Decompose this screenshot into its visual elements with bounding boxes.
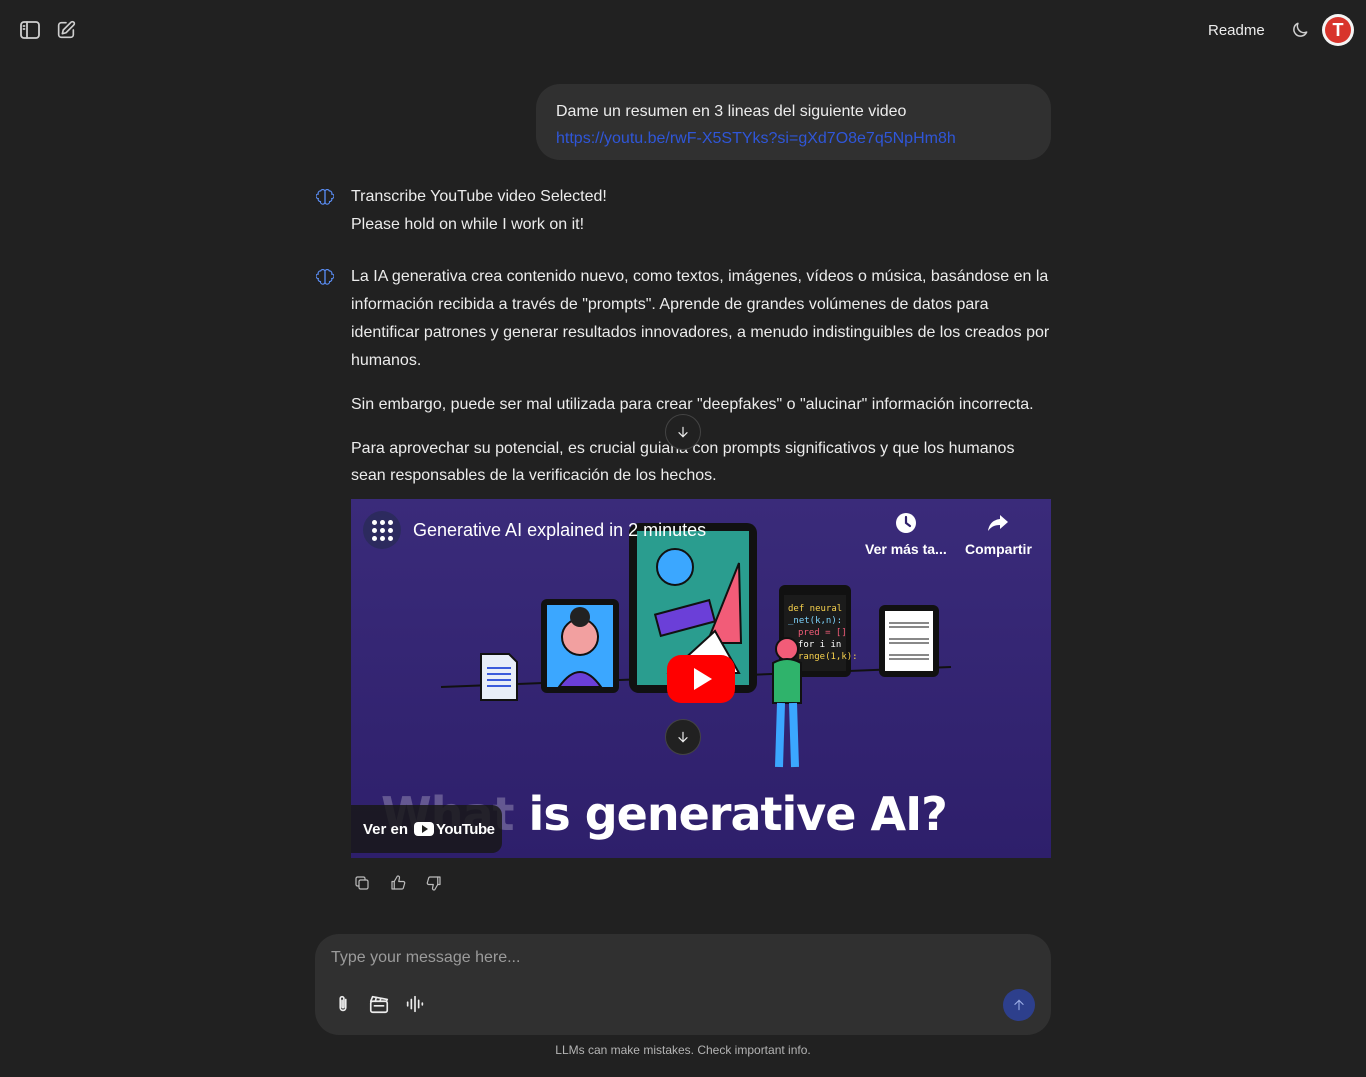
status-line: Transcribe YouTube video Selected! <box>351 188 607 205</box>
reply-paragraph: Para aprovechar su potencial, es crucial… <box>351 440 1015 484</box>
youtube-brand: YouTube <box>436 820 495 838</box>
thumbs-up-button[interactable] <box>389 874 407 892</box>
scroll-down-button[interactable] <box>665 414 701 450</box>
assistant-status-message: Transcribe YouTube video Selected! Pleas… <box>351 183 1053 239</box>
arrow-down-icon <box>678 731 688 743</box>
copy-icon <box>355 876 369 890</box>
edit-icon <box>57 20 76 39</box>
theme-toggle-button[interactable] <box>1286 16 1314 44</box>
video-header: Generative AI explained in 2 minutes <box>363 511 706 549</box>
svg-text:def neural: def neural <box>788 604 842 614</box>
thumbs-down-icon <box>426 876 441 891</box>
svg-text:pred = []: pred = [] <box>798 628 847 638</box>
watch-later-label: Ver más ta... <box>865 541 947 557</box>
message-composer <box>315 934 1051 1035</box>
sidebar-toggle-button[interactable] <box>16 16 44 44</box>
attach-button[interactable] <box>331 992 355 1016</box>
youtube-embed[interactable]: def neural _net(k,n): pred = [] for i in… <box>351 499 1051 858</box>
share-icon <box>988 515 1009 531</box>
arrow-up-icon <box>1014 999 1024 1011</box>
avatar[interactable]: T <box>1322 14 1354 46</box>
svg-text:range(1,k):: range(1,k): <box>798 652 858 662</box>
voice-button[interactable] <box>403 992 427 1016</box>
overlay-text: is generative AI? <box>513 787 948 841</box>
video-title[interactable]: Generative AI explained in 2 minutes <box>413 520 706 541</box>
youtube-play-icon <box>414 822 435 836</box>
copy-button[interactable] <box>353 874 371 892</box>
user-message-bubble: Dame un resumen en 3 lineas del siguient… <box>536 84 1051 160</box>
avatar-initial: T <box>1325 17 1351 43</box>
disclaimer-note: LLMs can make mistakes. Check important … <box>555 1043 811 1057</box>
message-actions <box>353 874 443 892</box>
new-chat-button[interactable] <box>52 16 80 44</box>
sidebar-icon <box>20 21 40 39</box>
arrow-down-icon <box>678 426 688 438</box>
scroll-to-bottom-button[interactable] <box>665 719 701 755</box>
reply-paragraph: La IA generativa crea contenido nuevo, c… <box>351 268 1050 369</box>
thumbs-down-button[interactable] <box>425 874 443 892</box>
play-button[interactable] <box>667 655 735 703</box>
svg-text:for i in: for i in <box>798 640 841 650</box>
watch-later-button[interactable]: Ver más ta... <box>865 511 947 557</box>
youtube-logo: YouTube <box>414 820 495 838</box>
watch-on-youtube-button[interactable]: Ver en YouTube <box>351 805 502 853</box>
brain-icon <box>315 188 335 206</box>
moon-icon <box>1293 22 1308 37</box>
brain-icon <box>315 268 335 286</box>
send-button[interactable] <box>1003 989 1035 1021</box>
status-line: Please hold on while I work on it! <box>351 216 585 233</box>
channel-logo[interactable] <box>363 511 401 549</box>
clapperboard-icon <box>369 995 389 1014</box>
readme-link[interactable]: Readme <box>1200 20 1273 41</box>
assistant-reply: La IA generativa crea contenido nuevo, c… <box>351 263 1053 489</box>
paperclip-icon <box>339 995 347 1012</box>
message-input[interactable] <box>331 946 1031 970</box>
video-tool-button[interactable] <box>367 992 391 1016</box>
user-message-text: Dame un resumen en 3 lineas del siguient… <box>556 103 907 120</box>
clock-icon <box>895 513 916 533</box>
share-button[interactable]: Compartir <box>965 511 1032 557</box>
user-message-link[interactable]: https://youtu.be/rwF-X5STYks?si=gXd7O8e7… <box>556 126 1031 152</box>
svg-text:_net(k,n):: _net(k,n): <box>788 616 842 626</box>
reply-paragraph: Sin embargo, puede ser mal utilizada par… <box>351 396 1034 413</box>
watch-on-label: Ver en <box>363 820 409 838</box>
thumbs-up-icon <box>391 875 406 890</box>
share-label: Compartir <box>965 541 1032 557</box>
audio-waveform-icon <box>406 995 424 1013</box>
